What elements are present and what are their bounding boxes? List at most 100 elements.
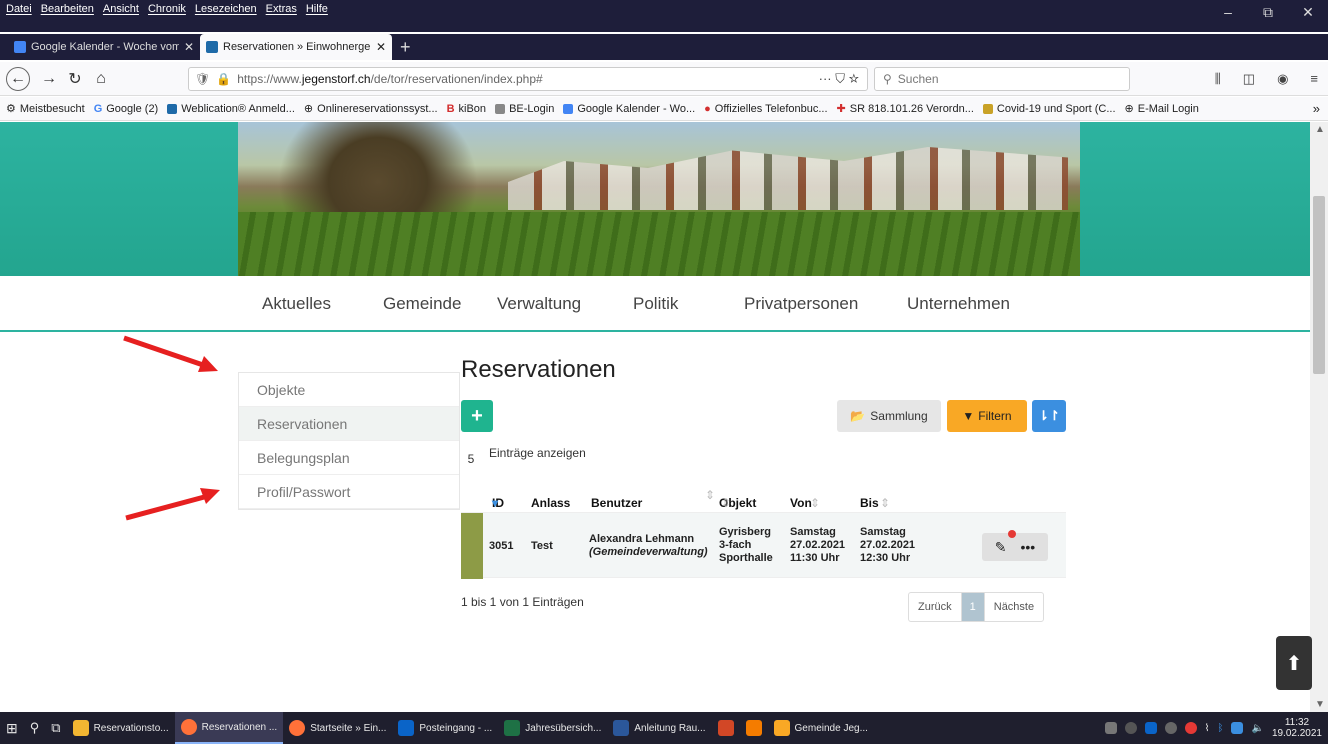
bookmark-item[interactable]: G Google (2)	[94, 103, 159, 115]
bookmark-item[interactable]: BE-Login	[495, 103, 554, 115]
nav-aktuelles[interactable]: Aktuelles	[262, 294, 331, 314]
tray-app-icon[interactable]	[1184, 722, 1197, 734]
sidebar-icon[interactable]: ◫	[1243, 71, 1255, 87]
account-icon[interactable]: ◉	[1277, 71, 1288, 87]
scroll-to-top-button[interactable]: ⬆	[1276, 636, 1312, 690]
scrollbar-thumb[interactable]	[1313, 196, 1325, 374]
bookmark-label: BE-Login	[509, 102, 555, 115]
navigation-toolbar: ← → ↻ ⌂ 🛡 🔒 https://www.jegenstorf.ch/de…	[0, 62, 1328, 96]
volume-icon[interactable]: 🔈	[1251, 723, 1263, 734]
menu-chronik[interactable]: Chronik	[148, 3, 186, 15]
menu-ansicht[interactable]: Ansicht	[103, 3, 139, 15]
taskbar-item[interactable]	[712, 712, 740, 744]
menu-lesezeichen[interactable]: Lesezeichen	[195, 3, 257, 15]
edit-icon[interactable]: ✎	[995, 539, 1007, 556]
outlook-icon[interactable]	[1144, 722, 1157, 734]
tab-reservationen[interactable]: Reservationen » Einwohnergem ✕	[200, 34, 392, 60]
cell-bis-line: 27.02.2021	[860, 539, 916, 551]
app-icon	[773, 720, 790, 736]
hamburger-menu-icon[interactable]: ≡	[1310, 71, 1318, 87]
home-button[interactable]: ⌂	[90, 68, 112, 90]
pagination-page-button[interactable]: 1	[961, 593, 985, 621]
menu-extras[interactable]: Extras	[266, 3, 297, 15]
scroll-up-icon[interactable]: ▲	[1315, 124, 1325, 135]
url-bar[interactable]: 🛡 🔒 https://www.jegenstorf.ch/de/tor/res…	[188, 67, 868, 91]
sammlung-label: Sammlung	[870, 409, 928, 423]
taskbar-item[interactable]: Jahresübersich...	[498, 712, 607, 744]
tray-app-icon[interactable]	[1124, 722, 1137, 734]
tray-app-icon[interactable]	[1231, 722, 1244, 734]
menu-datei[interactable]: Datei	[6, 3, 32, 15]
be-login-icon	[495, 103, 506, 114]
add-reservation-button[interactable]: +	[461, 400, 493, 432]
back-button[interactable]: ←	[6, 67, 30, 91]
taskbar-item[interactable]: Anleitung Rau...	[607, 712, 711, 744]
sidemenu-item-profil-passwort[interactable]: Profil/Passwort	[239, 475, 459, 509]
word-icon	[613, 720, 630, 736]
sidemenu-item-objekte[interactable]: Objekte	[239, 373, 459, 407]
reload-button[interactable]: ↻	[64, 68, 86, 90]
bookmark-item[interactable]: ✚ SR 818.101.26 Verordn...	[836, 102, 974, 116]
page-scrollbar[interactable]: ▲ ▼	[1310, 122, 1328, 712]
bookmark-item[interactable]: Weblication® Anmeld...	[167, 103, 295, 115]
filter-button[interactable]: ▼ Filtern	[947, 400, 1027, 432]
search-taskbar-button[interactable]: ⚲	[24, 712, 46, 744]
taskbar-item[interactable]: Posteingang - ...	[392, 712, 498, 744]
sidemenu-item-reservationen[interactable]: Reservationen	[239, 407, 459, 441]
restore-button[interactable]: ⧉	[1248, 0, 1288, 24]
bookmark-item[interactable]: Google Kalender - Wo...	[563, 103, 695, 115]
pagination-prev-button[interactable]: Zurück	[909, 593, 962, 621]
network-icon[interactable]: ⌇	[1205, 723, 1210, 734]
sort-button[interactable]: ⇂↾	[1032, 400, 1066, 432]
url-actions[interactable]: ··· ⛉ ☆	[819, 71, 859, 87]
tray-app-icon[interactable]	[1164, 722, 1177, 734]
bookmark-item[interactable]: BkiBon	[447, 103, 486, 115]
taskbar-item[interactable]: Reservationsto...	[67, 712, 175, 744]
minimize-button[interactable]: –	[1208, 0, 1248, 24]
close-tab-icon[interactable]: ✕	[376, 40, 386, 54]
close-tab-icon[interactable]: ✕	[184, 40, 194, 54]
bookmark-item[interactable]: Covid-19 und Sport (C...	[982, 103, 1116, 115]
bookmark-item[interactable]: ⊕ Onlinereservationssyst...	[304, 102, 438, 116]
windows-icon: ⊞	[6, 719, 18, 736]
mail-icon[interactable]	[1104, 722, 1117, 734]
nav-politik[interactable]: Politik	[633, 294, 678, 314]
bookmark-item[interactable]: ⊕ E-Mail Login	[1125, 102, 1199, 116]
taskbar-item[interactable]: Gemeinde Jeg...	[768, 712, 874, 744]
sidemenu-item-belegungsplan[interactable]: Belegungsplan	[239, 441, 459, 475]
new-tab-button[interactable]: +	[400, 34, 411, 60]
tab-google-kalender[interactable]: Google Kalender - Woche vom ✕	[8, 34, 200, 60]
entries-count-select[interactable]: 5	[461, 452, 481, 466]
entries-length-control: 5 Einträge anzeigen	[461, 446, 586, 466]
search-input[interactable]: ⚲ Suchen	[874, 67, 1130, 91]
forward-button[interactable]: →	[38, 68, 60, 90]
clock-date: 19.02.2021	[1271, 728, 1322, 739]
excel-icon	[504, 720, 521, 736]
close-window-button[interactable]: ✕	[1288, 0, 1328, 24]
taskbar-item[interactable]	[740, 712, 768, 744]
bookmark-item[interactable]: ⚙ Meistbesucht	[6, 102, 85, 116]
sammlung-button[interactable]: 📂 Sammlung	[837, 400, 941, 432]
pagination-next-button[interactable]: Nächste	[985, 593, 1043, 621]
nav-gemeinde[interactable]: Gemeinde	[383, 294, 461, 314]
tab-label: Reservationen » Einwohnergem	[223, 41, 371, 53]
nav-unternehmen[interactable]: Unternehmen	[907, 294, 1010, 314]
clock[interactable]: 11:32 19.02.2021	[1272, 717, 1322, 739]
menu-bearbeiten[interactable]: Bearbeiten	[41, 3, 94, 15]
taskbar-item[interactable]: Startseite » Ein...	[283, 712, 392, 744]
taskbar-item[interactable]: Reservationen ...	[174, 712, 284, 744]
task-view-button[interactable]: ⧉	[45, 712, 66, 744]
column-label: Benutzer	[591, 496, 643, 510]
bluetooth-icon[interactable]: ᛒ	[1217, 723, 1223, 734]
bookmarks-overflow-icon[interactable]: »	[1313, 101, 1320, 116]
nav-privatpersonen[interactable]: Privatpersonen	[744, 294, 858, 314]
bookmark-item[interactable]: ● Offizielles Telefonbuc...	[704, 103, 827, 115]
swiss-cross-icon: ✚	[836, 103, 846, 115]
scroll-down-icon[interactable]: ▼	[1315, 699, 1325, 710]
nav-verwaltung[interactable]: Verwaltung	[497, 294, 581, 314]
table-row[interactable]: 3051 Test Alexandra Lehmann (Gemeindever…	[461, 512, 1066, 579]
start-button[interactable]: ⊞	[0, 712, 24, 744]
menu-hilfe[interactable]: Hilfe	[306, 3, 328, 15]
library-icon[interactable]: ⫼	[1215, 71, 1221, 87]
more-options-icon[interactable]: •••	[1021, 539, 1036, 555]
